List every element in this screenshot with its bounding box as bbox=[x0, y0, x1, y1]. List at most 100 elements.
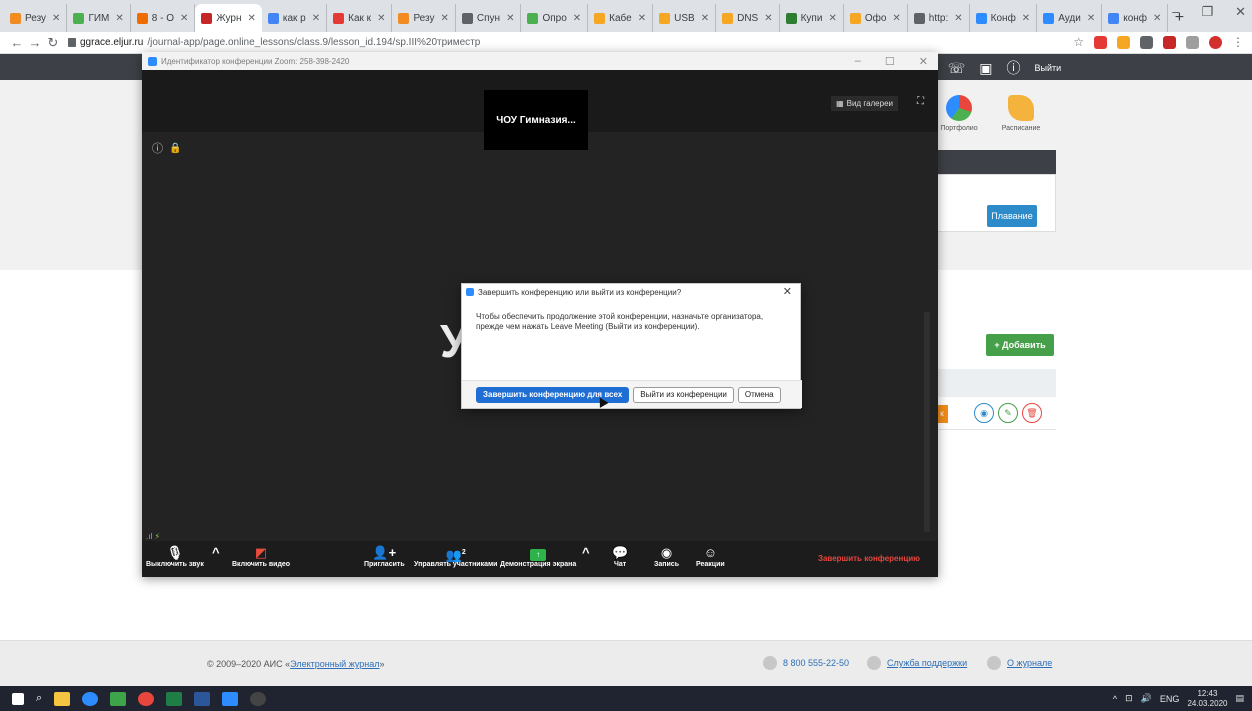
browser-tab[interactable]: Спун ✕ bbox=[456, 4, 522, 32]
tab-close-icon[interactable]: ✕ bbox=[441, 13, 449, 24]
reactions-button[interactable]: ☺ Реакции bbox=[696, 545, 725, 568]
browser-tab[interactable]: как р ✕ bbox=[262, 4, 328, 32]
help-icon[interactable]: ⓘ bbox=[1006, 58, 1020, 78]
browser-tab[interactable]: ГИМ ✕ bbox=[67, 4, 131, 32]
browser-tab[interactable]: Как к ✕ bbox=[327, 4, 393, 32]
back-icon[interactable]: ← bbox=[8, 35, 26, 50]
tab-close-icon[interactable]: ✕ bbox=[764, 13, 772, 24]
ejournal-link[interactable]: Электронный журнал bbox=[290, 659, 379, 669]
minimize-icon[interactable]: – bbox=[855, 55, 861, 68]
scrollbar[interactable] bbox=[924, 312, 930, 532]
info-icon[interactable]: ⓘ bbox=[152, 140, 163, 156]
edit-icon[interactable]: ✎ bbox=[998, 403, 1018, 423]
end-meeting-button[interactable]: Завершить конференцию bbox=[818, 554, 920, 563]
tab-close-icon[interactable]: ✕ bbox=[573, 13, 581, 24]
clock[interactable]: 12:43 24.03.2020 bbox=[1187, 689, 1227, 709]
browser-tab[interactable]: Резу ✕ bbox=[4, 4, 68, 32]
audio-options-button[interactable]: ^ bbox=[212, 545, 220, 561]
tab-close-icon[interactable]: ✕ bbox=[506, 13, 514, 24]
about-link[interactable]: О журнале bbox=[987, 656, 1052, 670]
view-icon[interactable]: ◉ bbox=[974, 403, 994, 423]
tab-close-icon[interactable]: ✕ bbox=[247, 13, 255, 24]
tab-close-icon[interactable]: ✕ bbox=[180, 13, 188, 24]
extension-icon[interactable] bbox=[1094, 35, 1107, 49]
tab-close-icon[interactable]: ✕ bbox=[1022, 13, 1030, 24]
browser-tab[interactable]: DNS ✕ bbox=[716, 4, 780, 32]
browser-tab[interactable]: Журн ✕ bbox=[195, 4, 262, 32]
logout-link[interactable]: Выйти bbox=[1034, 63, 1061, 73]
bookmark-star-icon[interactable]: ☆ bbox=[1073, 35, 1084, 49]
forward-icon[interactable]: → bbox=[26, 35, 44, 50]
zoom-icon[interactable] bbox=[222, 691, 239, 706]
add-button[interactable]: + Добавить bbox=[986, 334, 1054, 356]
record-button[interactable]: ◉ Запись bbox=[654, 545, 679, 568]
file-explorer-icon[interactable] bbox=[54, 691, 71, 706]
minimize-icon[interactable]: – bbox=[1172, 4, 1179, 20]
tab-close-icon[interactable]: ✕ bbox=[115, 13, 123, 24]
chat-button[interactable]: 💬 Чат bbox=[612, 545, 628, 568]
profile-avatar[interactable] bbox=[1209, 35, 1222, 49]
extension-icon[interactable] bbox=[1140, 35, 1153, 49]
tab-close-icon[interactable]: ✕ bbox=[638, 13, 646, 24]
browser-tab[interactable]: конф ✕ bbox=[1102, 4, 1169, 32]
participant-tile[interactable]: ЧОУ Гимназия... bbox=[484, 90, 588, 150]
reload-icon[interactable]: ↻ bbox=[44, 35, 62, 51]
browser-tab[interactable]: Офо ✕ bbox=[844, 4, 908, 32]
app-icon[interactable] bbox=[110, 691, 127, 706]
browser-tab[interactable]: Конф ✕ bbox=[970, 4, 1038, 32]
browser-tab[interactable]: Опро ✕ bbox=[521, 4, 589, 32]
announcements-icon[interactable]: ☏ bbox=[948, 60, 966, 77]
tab-close-icon[interactable]: ✕ bbox=[701, 13, 709, 24]
swimming-button[interactable]: Плавание bbox=[987, 205, 1037, 227]
network-icon[interactable]: ⊡ bbox=[1125, 693, 1133, 704]
leave-meeting-button[interactable]: Выйти из конференции bbox=[633, 386, 734, 403]
windows-start-icon[interactable] bbox=[12, 692, 24, 705]
chevron-up-icon[interactable]: ^ bbox=[1113, 694, 1117, 704]
extension-icon[interactable] bbox=[1117, 35, 1130, 49]
browser-tab[interactable]: Кабе ✕ bbox=[588, 4, 654, 32]
search-icon[interactable]: ⌕ bbox=[36, 692, 42, 706]
app-icon[interactable] bbox=[250, 691, 267, 706]
extension-icon[interactable] bbox=[1186, 35, 1199, 49]
phone-link[interactable]: 8 800 555-22-50 bbox=[763, 656, 849, 670]
tab-close-icon[interactable]: ✕ bbox=[312, 13, 320, 24]
schedule-item[interactable]: Расписание bbox=[998, 95, 1044, 132]
close-icon[interactable]: ✕ bbox=[783, 285, 792, 298]
share-options-button[interactable]: ^ bbox=[582, 545, 590, 561]
fullscreen-icon[interactable]: ⛶ bbox=[917, 96, 924, 107]
language-indicator[interactable]: ENG bbox=[1160, 694, 1180, 704]
extension-icon[interactable] bbox=[1163, 35, 1176, 49]
tab-close-icon[interactable]: ✕ bbox=[828, 13, 836, 24]
tab-close-icon[interactable]: ✕ bbox=[377, 13, 385, 24]
portfolio-item[interactable]: Портфолио bbox=[936, 95, 982, 132]
delete-icon[interactable]: 🗑 bbox=[1022, 403, 1042, 423]
browser-tab[interactable]: Резу ✕ bbox=[392, 4, 456, 32]
volume-icon[interactable]: 🔊 bbox=[1141, 693, 1152, 704]
close-icon[interactable]: ✕ bbox=[1235, 4, 1246, 20]
url-field[interactable]: ggrace.eljur.ru/journal-app/page.online_… bbox=[68, 37, 480, 48]
maximize-icon[interactable]: ☐ bbox=[885, 55, 895, 68]
browser-icon[interactable] bbox=[82, 691, 99, 706]
tab-close-icon[interactable]: ✕ bbox=[954, 13, 962, 24]
browser-tab[interactable]: http: ✕ bbox=[908, 4, 970, 32]
tab-close-icon[interactable]: ✕ bbox=[52, 13, 60, 24]
close-icon[interactable]: ✕ bbox=[919, 55, 928, 68]
gallery-view-button[interactable]: ▦ Вид галереи bbox=[831, 96, 898, 111]
browser-tab[interactable]: Ауди ✕ bbox=[1037, 4, 1103, 32]
cancel-button[interactable]: Отмена bbox=[737, 386, 781, 403]
screen-icon[interactable]: ▣ bbox=[979, 60, 992, 77]
maximize-icon[interactable]: ❐ bbox=[1201, 4, 1213, 20]
browser-tab[interactable]: 8 - О ✕ bbox=[131, 4, 196, 32]
encryption-lock-icon[interactable]: 🔒 bbox=[169, 143, 181, 154]
support-link[interactable]: Служба поддержки bbox=[867, 656, 967, 670]
tab-close-icon[interactable]: ✕ bbox=[892, 13, 900, 24]
start-video-button[interactable]: ◩ Включить видео bbox=[232, 545, 290, 568]
manage-participants-button[interactable]: 👥2 Управлять участниками bbox=[414, 545, 497, 568]
invite-button[interactable]: 👤+ Пригласить bbox=[364, 545, 405, 568]
mute-button[interactable]: 🎙 Выключить звук bbox=[146, 545, 204, 568]
notifications-icon[interactable]: ▤ bbox=[1235, 693, 1244, 704]
chrome-icon[interactable] bbox=[138, 691, 155, 706]
browser-tab[interactable]: USB ✕ bbox=[653, 4, 717, 32]
menu-icon[interactable]: ⋮ bbox=[1232, 35, 1244, 49]
word-icon[interactable] bbox=[194, 691, 211, 706]
